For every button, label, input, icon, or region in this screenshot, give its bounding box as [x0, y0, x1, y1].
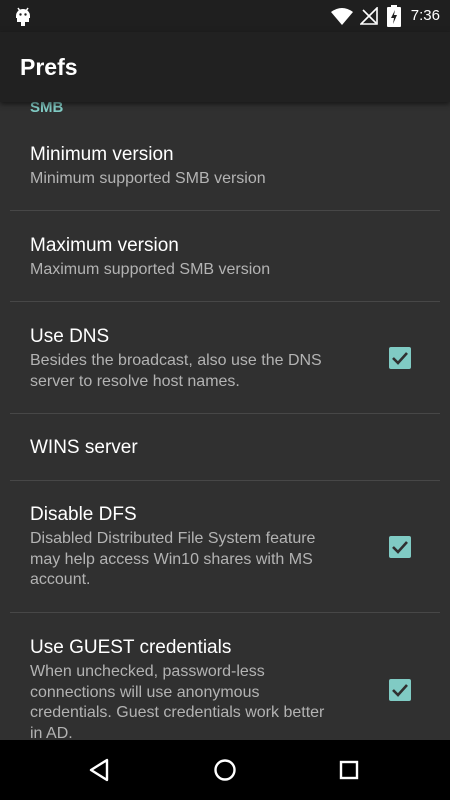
summary-line: connections will use anonymous: [30, 683, 260, 701]
status-bar: 7:36: [0, 0, 450, 32]
summary-line: account.: [30, 571, 91, 588]
divider: [10, 480, 440, 481]
divider: [10, 413, 440, 414]
summary-line: server to resolve host names.: [30, 372, 240, 390]
pref-title: Disable DFS: [30, 504, 137, 525]
status-time: 7:36: [410, 7, 440, 24]
summary-line: in AD.: [30, 724, 73, 741]
recents-icon[interactable]: [334, 755, 364, 785]
app-bar: Prefs: [0, 32, 450, 102]
checkmark-icon: [392, 541, 408, 554]
pref-use-dns[interactable]: Use DNS Besides the broadcast, also use …: [0, 314, 450, 413]
pref-title: Use GUEST credentials: [30, 637, 232, 658]
pref-summary: Disabled Distributed File System feature…: [30, 529, 350, 591]
pref-use-guest-credentials[interactable]: Use GUEST credentials When unchecked, pa…: [0, 625, 450, 740]
pref-title: Maximum version: [30, 235, 179, 256]
divider: [10, 301, 440, 302]
pref-title: Minimum version: [30, 144, 174, 165]
summary-line: Disabled Distributed File System feature: [30, 530, 316, 547]
pref-summary: Minimum supported SMB version: [30, 170, 266, 187]
pref-summary: When unchecked, password-less connection…: [30, 662, 350, 740]
use-guest-credentials-checkbox[interactable]: [389, 679, 411, 701]
no-signal-icon: [360, 7, 378, 25]
use-dns-checkbox[interactable]: [389, 347, 411, 369]
category-header-smb: SMB: [30, 102, 64, 116]
summary-line: When unchecked, password-less: [30, 663, 265, 680]
navigation-bar: [0, 740, 450, 800]
page-title: Prefs: [20, 54, 78, 80]
pref-wins-server[interactable]: WINS server: [0, 425, 450, 480]
disable-dfs-checkbox[interactable]: [389, 536, 411, 558]
pref-summary: Maximum supported SMB version: [30, 261, 271, 278]
pref-title: WINS server: [30, 437, 138, 458]
summary-line: Besides the broadcast, also use the DNS: [30, 352, 322, 369]
checkmark-icon: [392, 352, 408, 365]
back-icon[interactable]: [85, 755, 115, 785]
summary-line: credentials. Guest credentials work bett…: [30, 704, 325, 721]
preferences-list[interactable]: SMB Minimum version Minimum supported SM…: [0, 102, 450, 740]
divider: [10, 210, 440, 211]
checkmark-icon: [392, 684, 408, 697]
divider: [10, 612, 440, 613]
pref-title: Use DNS: [30, 326, 110, 347]
home-icon[interactable]: [210, 755, 240, 785]
pref-summary: Besides the broadcast, also use the DNS …: [30, 351, 350, 392]
battery-charging-icon: [387, 5, 401, 27]
summary-line: may help access Win10 shares with MS: [30, 550, 313, 568]
android-notification-icon: [16, 7, 30, 26]
pref-disable-dfs[interactable]: Disable DFS Disabled Distributed File Sy…: [0, 492, 450, 612]
wifi-icon: [331, 8, 353, 25]
pref-minimum-version[interactable]: Minimum version Minimum supported SMB ve…: [0, 132, 450, 210]
pref-maximum-version[interactable]: Maximum version Maximum supported SMB ve…: [0, 223, 450, 301]
